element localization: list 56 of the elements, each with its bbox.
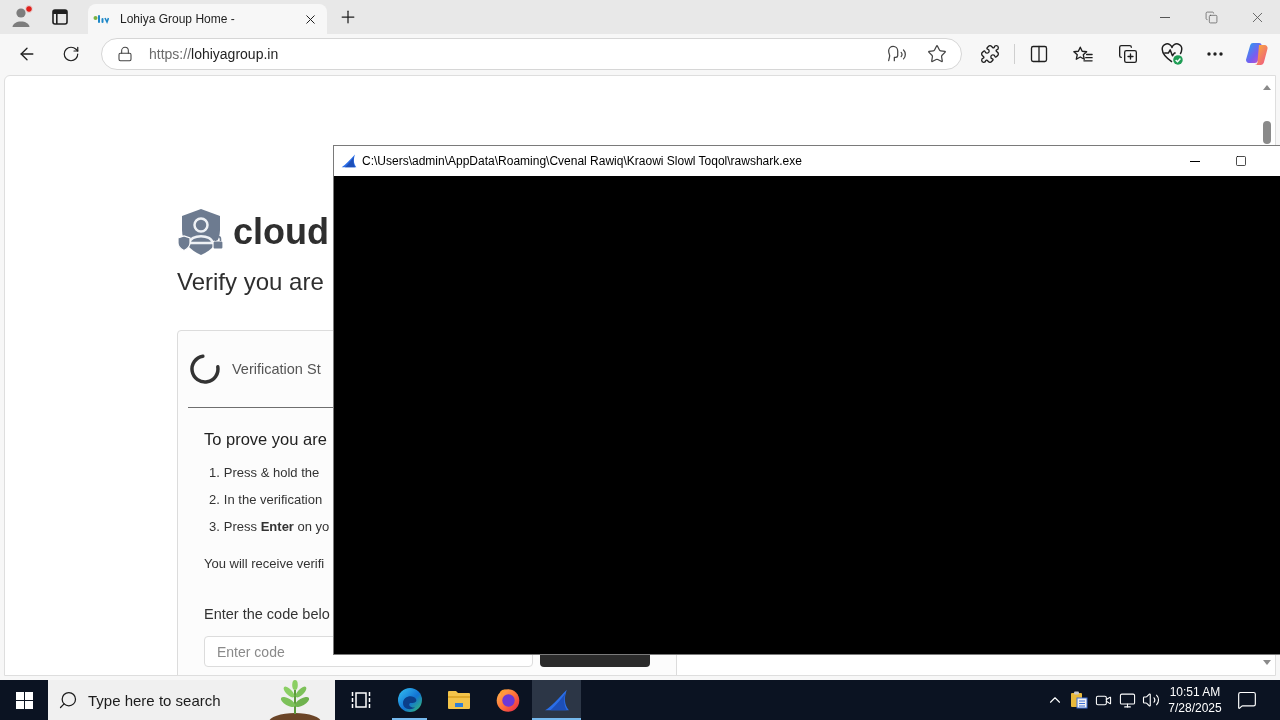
- note-text: You will receive verifi: [204, 555, 325, 573]
- minimize-icon: [1190, 160, 1200, 162]
- refresh-icon: [62, 45, 80, 63]
- search-input[interactable]: Type here to search: [88, 689, 238, 711]
- step-number: 3.: [209, 518, 220, 536]
- ribbon-logo-icon: [1245, 42, 1269, 66]
- fin-icon: [341, 154, 357, 168]
- logo-text: cloud: [233, 211, 329, 253]
- step-text: In the verification: [223, 491, 323, 509]
- folder-icon: [446, 690, 471, 710]
- more-icon: [1207, 52, 1223, 56]
- scroll-down-icon: [1263, 660, 1271, 665]
- browser-tab[interactable]: Lohiya Group Home -: [88, 4, 327, 34]
- speaker-icon: [1142, 691, 1160, 709]
- profile-avatar-icon: [10, 5, 34, 29]
- page-heading: Verify you are: [177, 267, 324, 297]
- console-window-title: C:\Users\admin\AppData\Roaming\Cvenal Rawiq\Kraowi Slowl Toqol\rawshark.exe: [362, 154, 802, 168]
- shield-logo-icon: [177, 208, 225, 256]
- copy-plus-icon: [1118, 44, 1138, 64]
- url-text: https://lohiyagroup.in: [149, 46, 279, 62]
- split-panel-icon: [1029, 44, 1049, 64]
- step-text: Press & hold the: [223, 464, 320, 482]
- step-text: Press Enter on yo: [223, 518, 330, 536]
- globe-flame-icon: [495, 688, 520, 712]
- minimize-icon: [1160, 16, 1170, 18]
- card-title: To prove you are: [204, 429, 327, 450]
- status-text: Verification St: [232, 361, 321, 377]
- lock-icon[interactable]: [117, 46, 133, 62]
- scroll-up-icon: [1263, 85, 1271, 90]
- message-icon: [1237, 690, 1257, 710]
- clock[interactable]: 10:51 AM 7/28/2025: [1166, 680, 1224, 720]
- search-box[interactable]: Type here to search: [48, 680, 335, 720]
- heart-pulse-icon: [1161, 43, 1183, 65]
- four-panes-icon: [15, 691, 33, 709]
- address-bar[interactable]: https://lohiyagroup.in: [101, 38, 962, 70]
- maximize-icon: [1235, 155, 1247, 167]
- spinner-icon: [189, 353, 221, 385]
- step-number: 2.: [209, 491, 220, 509]
- star-list-icon: [1073, 45, 1093, 63]
- taskbar-app-button[interactable]: [532, 680, 581, 720]
- puzzle-icon: [980, 44, 1000, 64]
- frames-icon: [350, 691, 371, 709]
- step-number: 1.: [209, 464, 220, 482]
- swirl-logo-icon: [397, 688, 422, 712]
- restore-icon: [1204, 10, 1218, 24]
- search-icon: [58, 690, 78, 710]
- monitor-icon: [1118, 691, 1136, 709]
- fin-icon: [543, 688, 570, 712]
- code-label: Enter the code belo: [204, 605, 330, 624]
- site-logo-icon: [93, 13, 109, 25]
- star-icon[interactable]: [927, 44, 947, 64]
- tab-panel-icon: [52, 9, 68, 25]
- speech-icon[interactable]: [887, 44, 907, 64]
- scrollbar-thumb[interactable]: [1263, 121, 1271, 144]
- clipboard-icon: [1070, 691, 1088, 709]
- plant-illustration: [269, 680, 321, 720]
